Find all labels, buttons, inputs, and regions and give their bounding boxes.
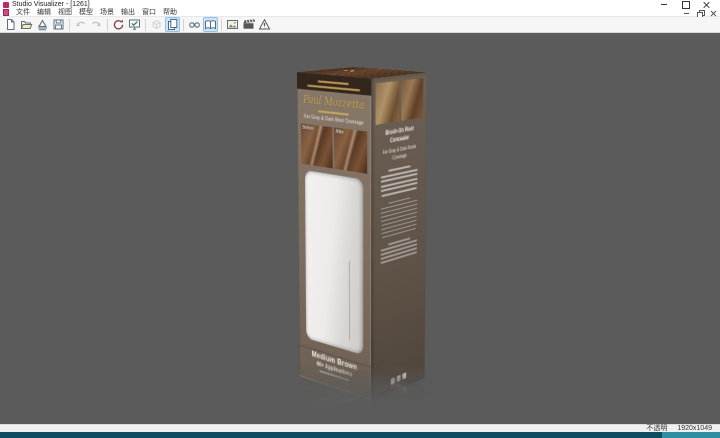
stereo-view-button[interactable] xyxy=(187,17,202,32)
screen-check-icon xyxy=(128,18,141,31)
pages-icon xyxy=(166,18,179,31)
open-book-icon xyxy=(204,18,217,31)
before-after-photos: Before After xyxy=(297,122,371,173)
update-scene-button[interactable] xyxy=(111,17,126,32)
package-box: Paul Mozzetta For Gray & Dark Root Cover… xyxy=(326,70,400,389)
reflection-fade xyxy=(0,363,720,424)
package-front-panel: Paul Mozzetta For Gray & Dark Root Cover… xyxy=(297,72,371,401)
menu-item-help[interactable]: 帮助 xyxy=(163,9,177,17)
after-photo: After xyxy=(334,127,367,173)
after-label: After xyxy=(336,128,344,135)
side-bullet-lines xyxy=(371,162,426,199)
child-restore-icon[interactable] xyxy=(697,10,703,16)
snapshot-button[interactable] xyxy=(225,17,240,32)
artwork-pages-button[interactable] xyxy=(165,17,180,32)
menu-item-window[interactable]: 窗口 xyxy=(142,9,156,17)
taskbar-accent-segment[interactable] xyxy=(662,432,720,438)
taskbar-strip[interactable] xyxy=(0,432,720,438)
menu-item-model[interactable]: 模型 xyxy=(79,9,93,17)
package-window-cutout xyxy=(305,170,363,355)
save-icon xyxy=(52,18,65,31)
quality-warning-button[interactable] xyxy=(257,17,272,32)
status-bar: 不透明 1920x1049 xyxy=(0,424,720,432)
child-minimize-icon[interactable] xyxy=(684,10,690,16)
toolbar-separator xyxy=(145,19,146,31)
side-subheading: For Gray & Dark Roots Coverage xyxy=(382,144,416,164)
new-button[interactable] xyxy=(3,17,18,32)
before-label: Before xyxy=(302,124,313,131)
save-button[interactable] xyxy=(51,17,66,32)
clapperboard-icon xyxy=(242,18,255,31)
undo-icon xyxy=(74,18,87,31)
open-folder-icon xyxy=(20,18,33,31)
menu-item-edit[interactable]: 编辑 xyxy=(37,9,51,17)
minimize-icon[interactable] xyxy=(661,1,668,8)
side-photos xyxy=(371,72,427,125)
menu-item-scene[interactable]: 场景 xyxy=(100,9,114,17)
menu-item-file[interactable]: 文件 xyxy=(16,9,30,17)
redo-button[interactable] xyxy=(89,17,104,32)
print-icon xyxy=(36,18,49,31)
child-close-icon[interactable] xyxy=(710,10,716,16)
preview-book-button[interactable] xyxy=(203,17,218,32)
app-window: Studio Visualizer - [1261] 文件 编辑 视图 模型 场… xyxy=(0,0,720,438)
toolbar-separator xyxy=(69,19,70,31)
viewport-3d[interactable]: Paul Mozzetta For Gray & Dark Root Cover… xyxy=(0,33,720,424)
box-scene: Paul Mozzetta For Gray & Dark Root Cover… xyxy=(314,72,410,384)
menu-item-view[interactable]: 视图 xyxy=(58,9,72,17)
wireframe-button[interactable] xyxy=(149,17,164,32)
package-side-panel: Brush-On Root Concealer For Gray & Dark … xyxy=(371,72,427,401)
redo-icon xyxy=(90,18,103,31)
photo-icon xyxy=(226,18,239,31)
menu-item-output[interactable]: 输出 xyxy=(121,9,135,17)
document-icon xyxy=(3,9,9,16)
new-document-icon xyxy=(4,18,17,31)
glasses-icon xyxy=(188,18,201,31)
refresh-icon xyxy=(112,18,125,31)
toolbar-separator xyxy=(107,19,108,31)
app-icon xyxy=(3,2,9,8)
before-photo: Before xyxy=(301,123,333,168)
side-photo-2 xyxy=(401,78,423,121)
close-icon[interactable] xyxy=(703,1,710,8)
menu-bar: 文件 编辑 视图 模型 场景 输出 窗口 帮助 xyxy=(0,9,720,17)
movie-button[interactable] xyxy=(241,17,256,32)
cube-icon xyxy=(150,18,163,31)
maximize-icon[interactable] xyxy=(682,1,689,8)
toolbar-separator xyxy=(183,19,184,31)
warning-triangle-icon xyxy=(258,18,271,31)
print-button[interactable] xyxy=(35,17,50,32)
open-button[interactable] xyxy=(19,17,34,32)
toolbar xyxy=(0,17,720,33)
side-photo-1 xyxy=(376,81,400,125)
display-check-button[interactable] xyxy=(127,17,142,32)
toolbar-separator xyxy=(221,19,222,31)
undo-button[interactable] xyxy=(73,17,88,32)
